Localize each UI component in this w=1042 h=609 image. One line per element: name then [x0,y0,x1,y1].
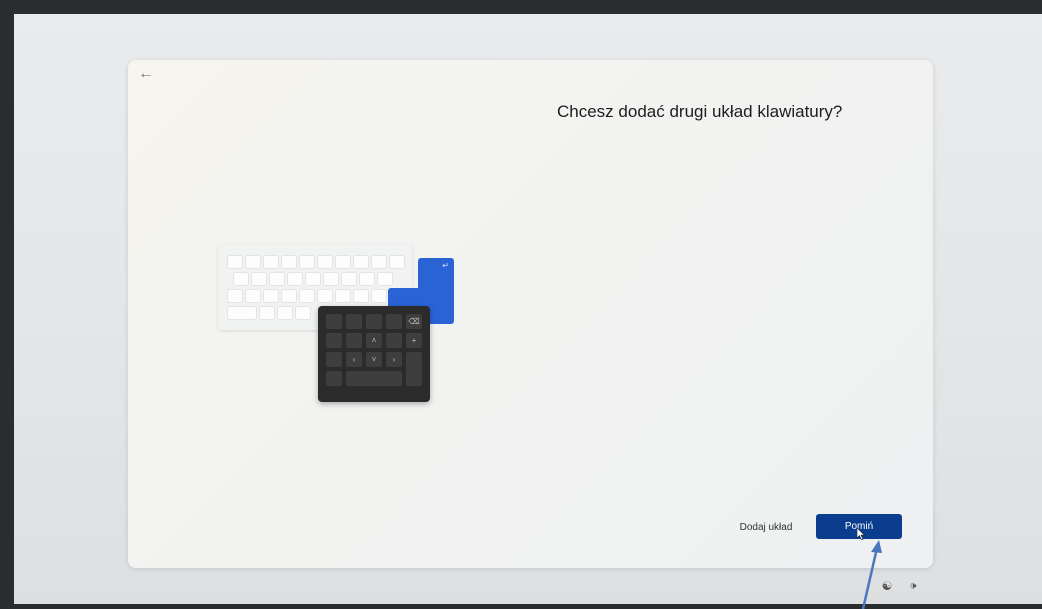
arrow-up-icon: ˄ [366,333,382,348]
key [342,273,356,285]
key [354,256,368,268]
key [326,371,342,386]
key [282,290,296,302]
key [346,333,362,348]
key [228,290,242,302]
key [264,256,278,268]
key [366,314,382,329]
key [336,290,350,302]
key [326,333,342,348]
backspace-icon: ⌫ [406,314,422,329]
key [300,256,314,268]
key [406,352,422,386]
key [278,307,292,319]
key [318,256,332,268]
key [252,273,266,285]
key [346,371,402,386]
key [246,256,260,268]
key [234,273,248,285]
key [360,273,374,285]
key [336,256,350,268]
key [260,307,274,319]
key [264,290,278,302]
key [326,352,342,367]
key [346,314,362,329]
keyboard-illustration: ↵ ⌫ ˄ + ‹ ˅ › [218,244,458,404]
volume-icon[interactable]: 🕩 [905,579,921,593]
back-button[interactable]: ← [135,64,157,84]
key [270,273,284,285]
annotation-arrow [861,540,882,609]
key [228,256,242,268]
key [354,290,368,302]
key [282,256,296,268]
key [390,256,404,268]
key [318,290,332,302]
key [228,307,256,319]
key [372,290,386,302]
arrow-left-icon: ← [138,65,154,82]
enter-icon: ↵ [442,261,449,270]
key [246,290,260,302]
key [378,273,392,285]
arrow-left-key-icon: ‹ [346,352,362,367]
key [288,273,302,285]
key [386,333,402,348]
plus-icon: + [406,333,422,348]
numpad-image: ⌫ ˄ + ‹ ˅ › [318,306,430,402]
key [324,273,338,285]
key [296,307,310,319]
arrow-right-key-icon: › [386,352,402,367]
key [372,256,386,268]
key [306,273,320,285]
mouse-cursor-icon [857,528,865,540]
add-layout-button[interactable]: Dodaj układ [731,518,801,536]
key [300,290,314,302]
key [326,314,342,329]
key [386,314,402,329]
arrow-down-icon: ˅ [366,352,382,367]
page-title: Chcesz dodać drugi układ klawiatury? [557,102,843,121]
